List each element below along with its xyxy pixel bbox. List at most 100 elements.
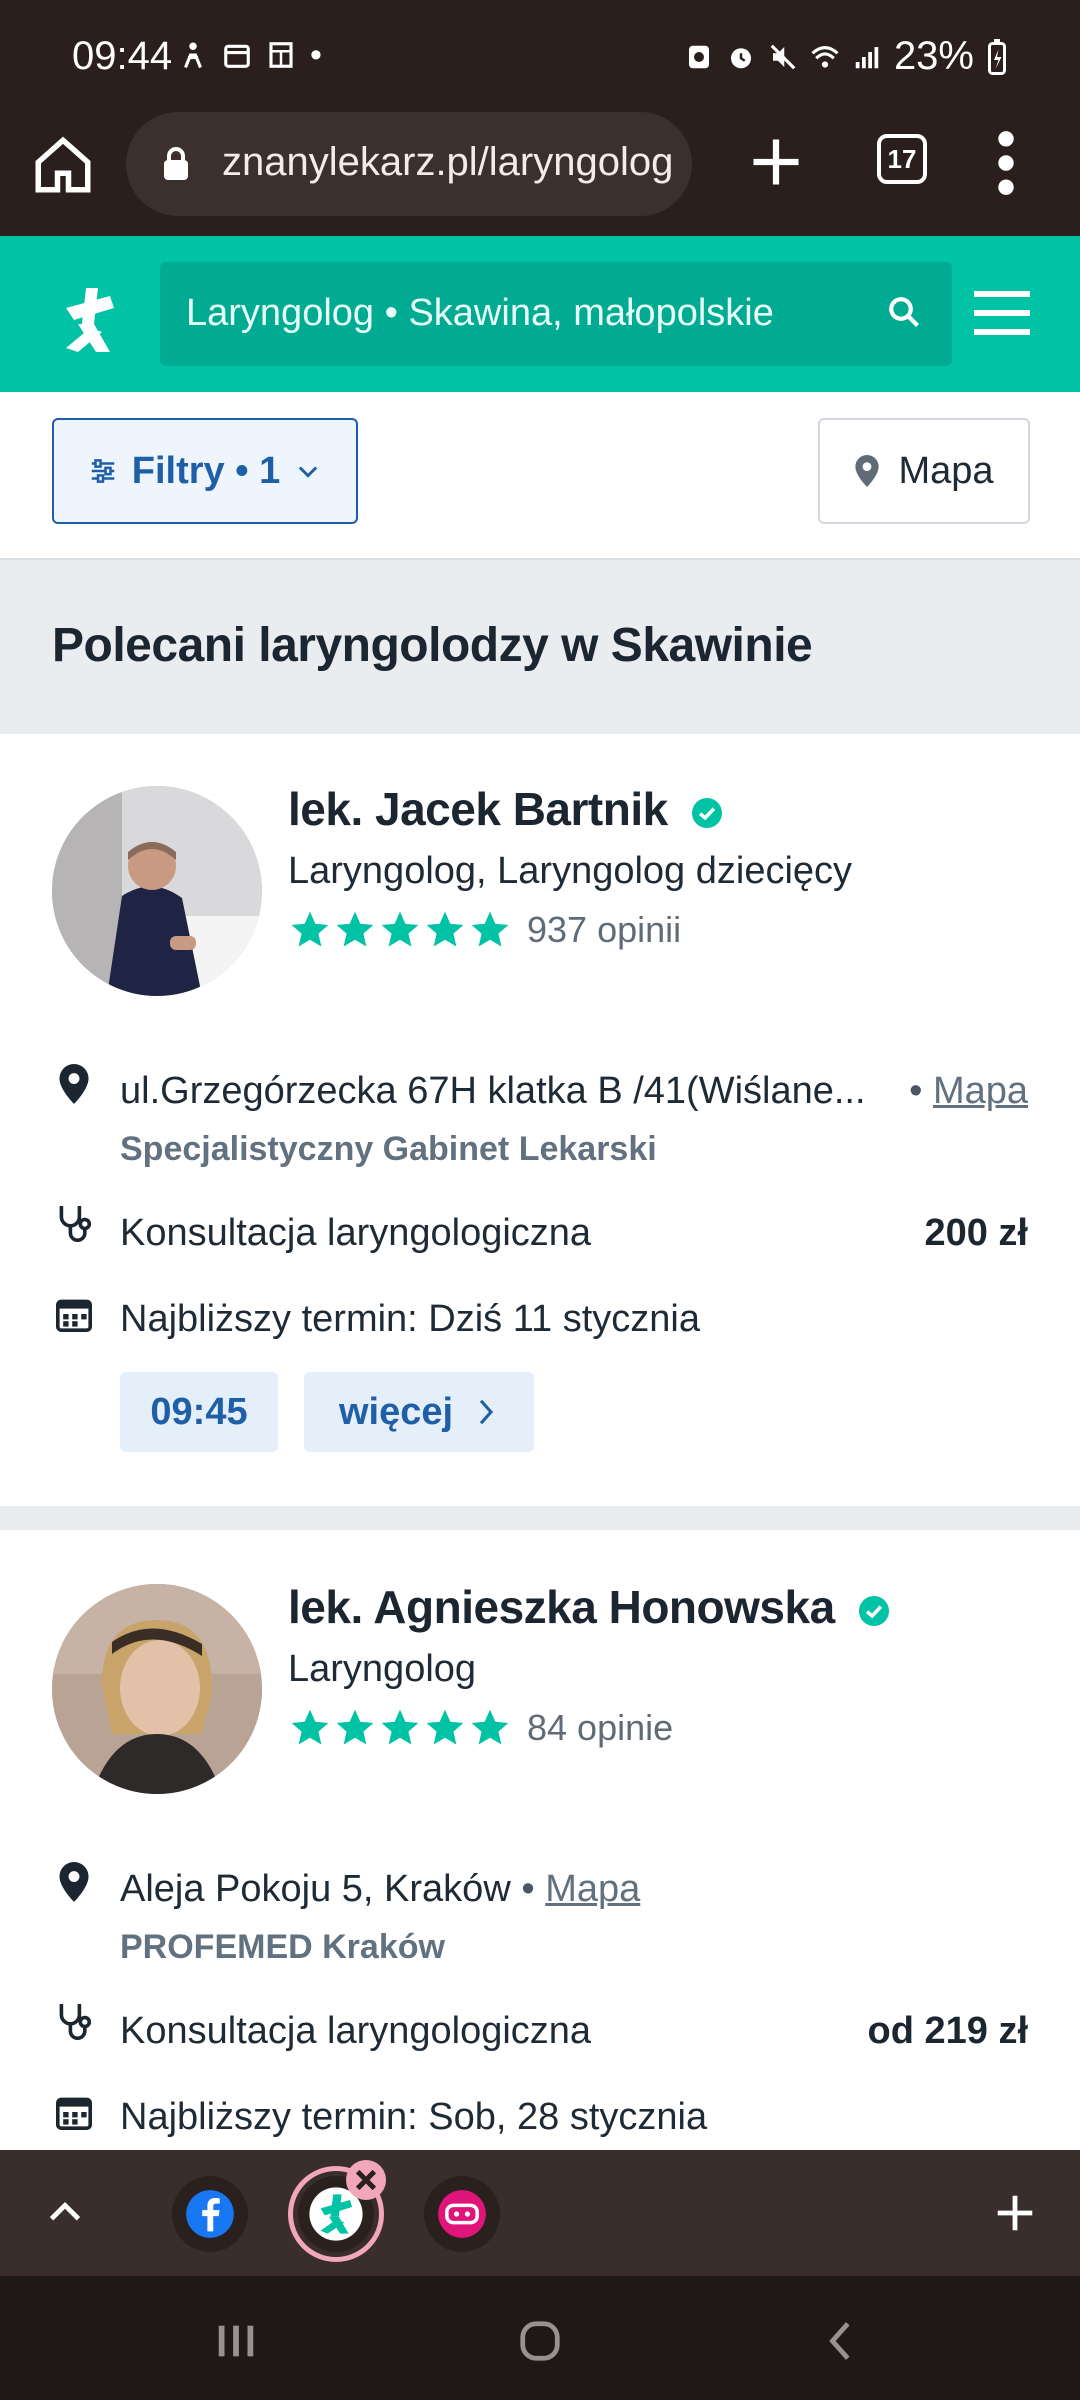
rating[interactable]: 937 opinii xyxy=(288,908,681,952)
signal-icon xyxy=(855,46,879,68)
service-name: Konsultacja laryngologiczna xyxy=(120,1212,592,1254)
star-icon xyxy=(426,911,464,947)
hamburger-menu-icon[interactable] xyxy=(974,290,1030,336)
star-icon xyxy=(291,1709,329,1745)
star-icon xyxy=(426,1709,464,1745)
more-menu-icon[interactable] xyxy=(996,130,1016,196)
doctor-avatar[interactable] xyxy=(52,786,262,996)
wifi-icon xyxy=(811,45,839,68)
doctor-specialty: Laryngolog xyxy=(288,1648,477,1690)
address-map-link[interactable]: Mapa xyxy=(933,1070,1028,1112)
system-nav-bar xyxy=(0,2276,1080,2400)
doctor-name-text: lek. Agnieszka Honowska xyxy=(288,1581,835,1633)
time-slot-button[interactable]: 09:45 xyxy=(120,1372,278,1452)
stethoscope-icon xyxy=(59,1206,92,1242)
back-nav-icon[interactable] xyxy=(818,2318,866,2364)
screen: 09:44 • 23% znanylekarz.pl/laryngolog 17 xyxy=(0,0,1080,2400)
home-icon[interactable] xyxy=(30,132,96,198)
map-button[interactable]: Mapa xyxy=(818,418,1030,524)
filters-button[interactable]: Filtry • 1 xyxy=(52,418,358,524)
service-price: od 219 zł xyxy=(867,2010,1029,2052)
star-icon xyxy=(336,1709,374,1745)
add-tab-icon[interactable] xyxy=(992,2190,1038,2236)
address-line: Aleja Pokoju 5, Kraków • Mapa xyxy=(120,1868,640,1911)
star-icon xyxy=(471,1709,509,1745)
chevron-up-icon[interactable] xyxy=(42,2190,88,2236)
status-time: 09:44 xyxy=(72,34,173,78)
doctor-name[interactable]: lek. Agnieszka Honowska xyxy=(288,1580,889,1634)
search-box[interactable]: Laryngolog • Skawina, małopolskie xyxy=(160,262,952,366)
building-notification-icon xyxy=(269,42,293,68)
more-slots-label: więcej xyxy=(338,1390,454,1433)
page-title: Polecani laryngolodzy w Skawinie xyxy=(52,619,813,672)
opinions-count: 84 opinie xyxy=(527,1707,674,1748)
address-separator: • xyxy=(521,1868,535,1910)
next-term: Najbliższy termin: Dziś 11 stycznia xyxy=(120,1298,701,1340)
facebook-tab[interactable] xyxy=(172,2176,248,2252)
location-pin-icon xyxy=(59,1862,89,1902)
opinions-count: 937 opinii xyxy=(527,909,682,950)
facility-name[interactable]: Specjalistyczny Gabinet Lekarski xyxy=(120,1130,657,1169)
lock-icon xyxy=(164,147,188,180)
close-icon xyxy=(355,2169,377,2191)
address-line: ul.Grzegórzecka 67H klatka B /41(Wiślane… xyxy=(120,1070,866,1113)
doctor-avatar[interactable] xyxy=(52,1584,262,1794)
lock-screen-icon xyxy=(688,45,709,68)
star-icon xyxy=(471,911,509,947)
facebook-icon xyxy=(186,2190,234,2238)
doctor-specialty: Laryngolog, Laryngolog dziecięcy xyxy=(288,850,853,892)
more-notifications-dot: • xyxy=(310,36,322,74)
doctor-card: lek. Jacek Bartnik Laryngolog, Laryngolo… xyxy=(0,734,1080,1506)
mute-icon xyxy=(770,44,796,69)
map-label: Mapa xyxy=(898,449,994,492)
calendar-notification-icon xyxy=(224,44,250,68)
chevron-right-icon xyxy=(479,1399,494,1425)
star-icon xyxy=(381,1709,419,1745)
recent-apps-icon[interactable] xyxy=(212,2318,260,2364)
alarm-icon xyxy=(730,47,751,68)
address-text: ul.Grzegórzecka 67H klatka B /41(Wiślane… xyxy=(120,1070,866,1112)
home-nav-icon[interactable] xyxy=(516,2318,564,2364)
facility-name[interactable]: PROFEMED Kraków xyxy=(120,1928,445,1967)
browser-tab-strip xyxy=(0,2150,1080,2276)
map-pin-icon xyxy=(855,455,880,487)
doctor-name[interactable]: lek. Jacek Bartnik xyxy=(288,782,722,836)
address-map-link[interactable]: Mapa xyxy=(545,1868,640,1910)
service-price: 200 zł xyxy=(924,1212,1028,1254)
rating[interactable]: 84 opinie xyxy=(288,1706,673,1750)
search-icon[interactable] xyxy=(886,294,922,330)
verified-badge-icon xyxy=(858,1595,889,1626)
doctor-card: lek. Agnieszka Honowska Laryngolog 84 op… xyxy=(0,1530,1080,2150)
tooti-icon xyxy=(438,2190,486,2238)
more-slots-button[interactable]: więcej xyxy=(304,1372,534,1452)
accessibility-icon xyxy=(184,42,202,69)
sliders-icon xyxy=(91,459,115,483)
url-text: znanylekarz.pl/laryngolog xyxy=(222,140,674,184)
site-header: Laryngolog • Skawina, małopolskie xyxy=(0,236,1080,392)
new-tab-icon[interactable] xyxy=(746,132,806,192)
address-separator: • xyxy=(909,1070,923,1112)
slot-row: 09:45 więcej xyxy=(120,1372,540,1452)
tooti-tab[interactable] xyxy=(424,2176,500,2252)
search-query: Laryngolog • Skawina, małopolskie xyxy=(186,292,774,334)
star-icon xyxy=(291,911,329,947)
znanylekarz-logo-icon[interactable] xyxy=(50,280,130,360)
star-icon xyxy=(336,911,374,947)
calendar-icon xyxy=(56,1299,92,1332)
address-text: Aleja Pokoju 5, Kraków xyxy=(120,1868,511,1910)
stethoscope-icon xyxy=(59,2004,92,2040)
battery-percent: 23% xyxy=(893,34,974,78)
card-divider xyxy=(0,1506,1080,1530)
status-bar: 09:44 • 23% xyxy=(0,0,1080,112)
browser-toolbar: znanylekarz.pl/laryngolog 17 xyxy=(0,112,1080,236)
close-tab-button[interactable] xyxy=(346,2160,386,2200)
calendar-icon xyxy=(56,2097,92,2130)
doctor-photo xyxy=(52,1584,262,1794)
time-slot-label: 09:45 xyxy=(150,1390,248,1433)
next-term: Najbliższy termin: Sob, 28 stycznia xyxy=(120,2096,708,2138)
address-bar[interactable]: znanylekarz.pl/laryngolog xyxy=(126,112,692,216)
tab-switcher-button[interactable]: 17 xyxy=(877,134,927,184)
service-name: Konsultacja laryngologiczna xyxy=(120,2010,592,2052)
verified-badge-icon xyxy=(691,797,722,828)
location-pin-icon xyxy=(59,1064,89,1104)
